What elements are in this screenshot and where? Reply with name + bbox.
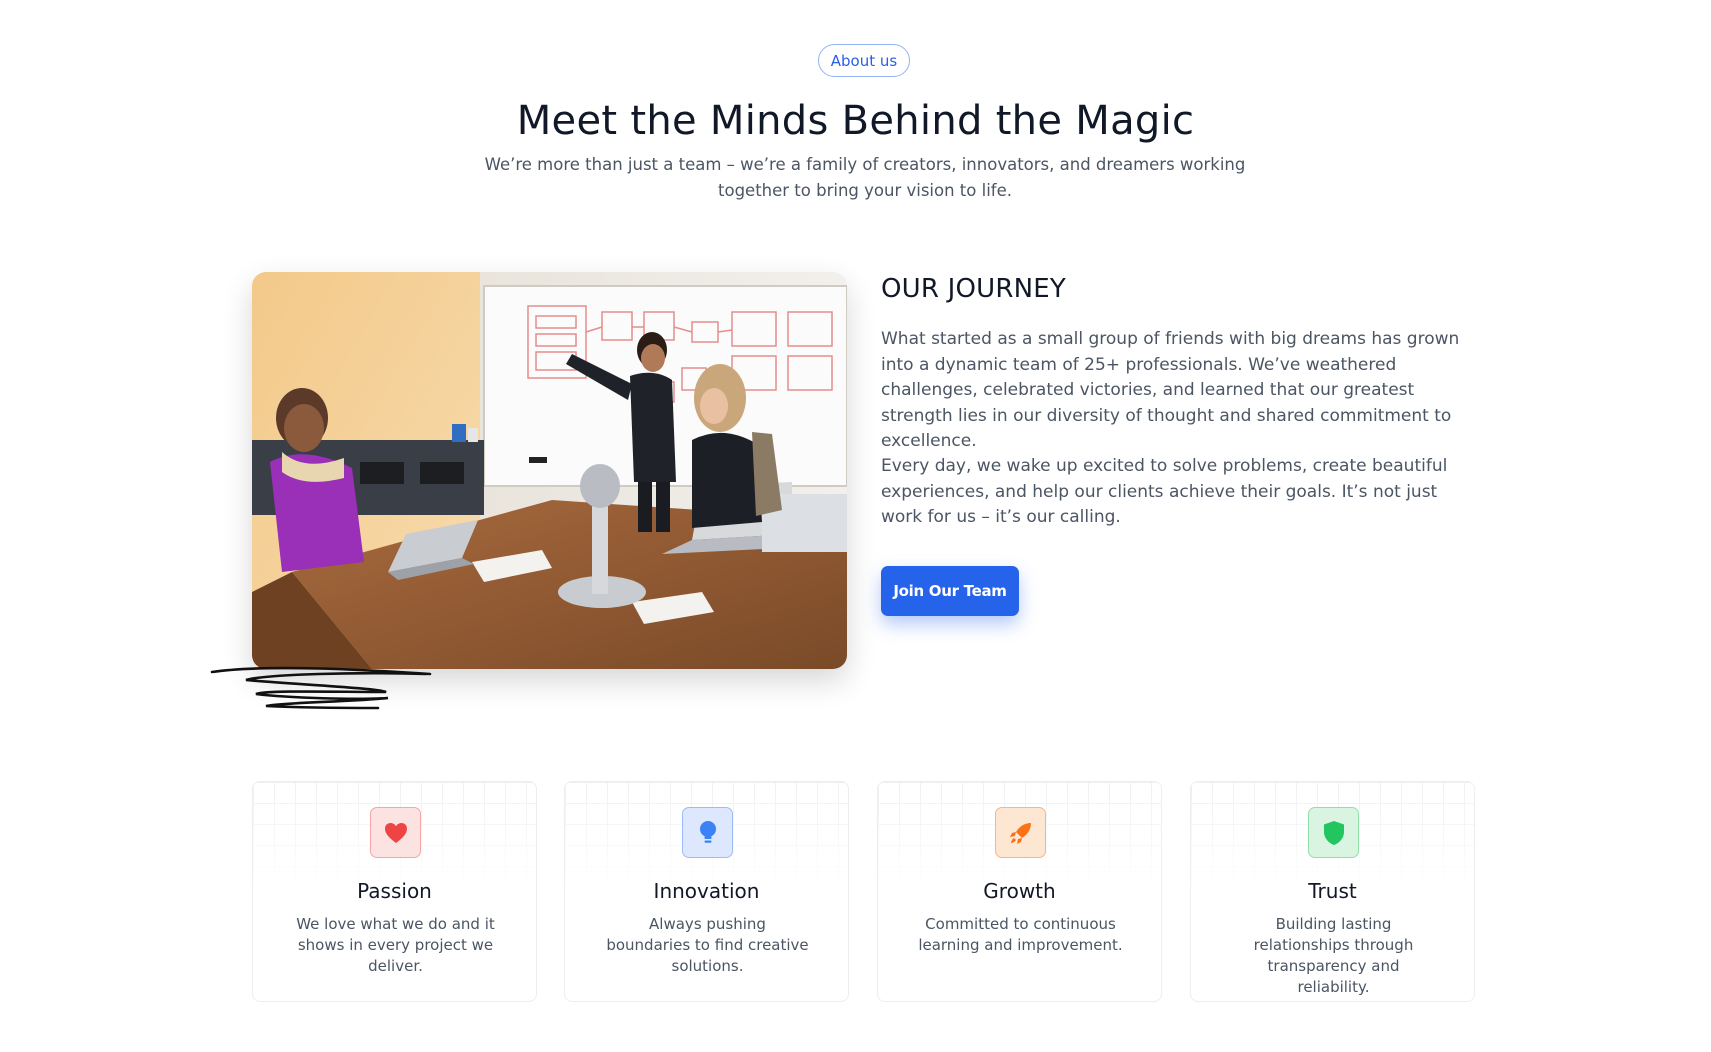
heart-icon xyxy=(370,807,421,858)
card-title: Innovation xyxy=(653,879,760,903)
card-description: Committed to continuous learning and imp… xyxy=(918,915,1123,954)
value-card-innovation: Innovation Always pushing boundaries to … xyxy=(564,781,849,1002)
lightbulb-icon xyxy=(682,807,733,858)
rocket-icon xyxy=(995,807,1046,858)
journey-heading: OUR JOURNEY xyxy=(881,274,1067,304)
about-us-badge: About us xyxy=(818,44,910,77)
journey-paragraph-1: What started as a small group of friends… xyxy=(881,329,1460,451)
team-meeting-photo xyxy=(252,272,847,669)
card-description: We love what we do and it shows in every… xyxy=(296,915,495,975)
value-card-growth: Growth Committed to continuous learning … xyxy=(877,781,1162,1002)
page-subtitle: We’re more than just a team – we’re a fa… xyxy=(484,155,1246,200)
card-title: Passion xyxy=(357,879,432,903)
value-card-passion: Passion We love what we do and it shows … xyxy=(252,781,537,1002)
value-card-trust: Trust Building lasting relationships thr… xyxy=(1190,781,1475,1002)
card-description: Building lasting relationships through t… xyxy=(1253,915,1414,996)
card-title: Growth xyxy=(983,879,1056,903)
decorative-scribble xyxy=(210,666,432,710)
shield-icon xyxy=(1308,807,1359,858)
journey-paragraph-2: Every day, we wake up excited to solve p… xyxy=(881,456,1448,527)
card-title: Trust xyxy=(1308,879,1357,903)
join-our-team-button[interactable]: Join Our Team xyxy=(881,566,1019,616)
card-description: Always pushing boundaries to find creati… xyxy=(606,915,809,975)
page-title: Meet the Minds Behind the Magic xyxy=(516,98,1195,144)
